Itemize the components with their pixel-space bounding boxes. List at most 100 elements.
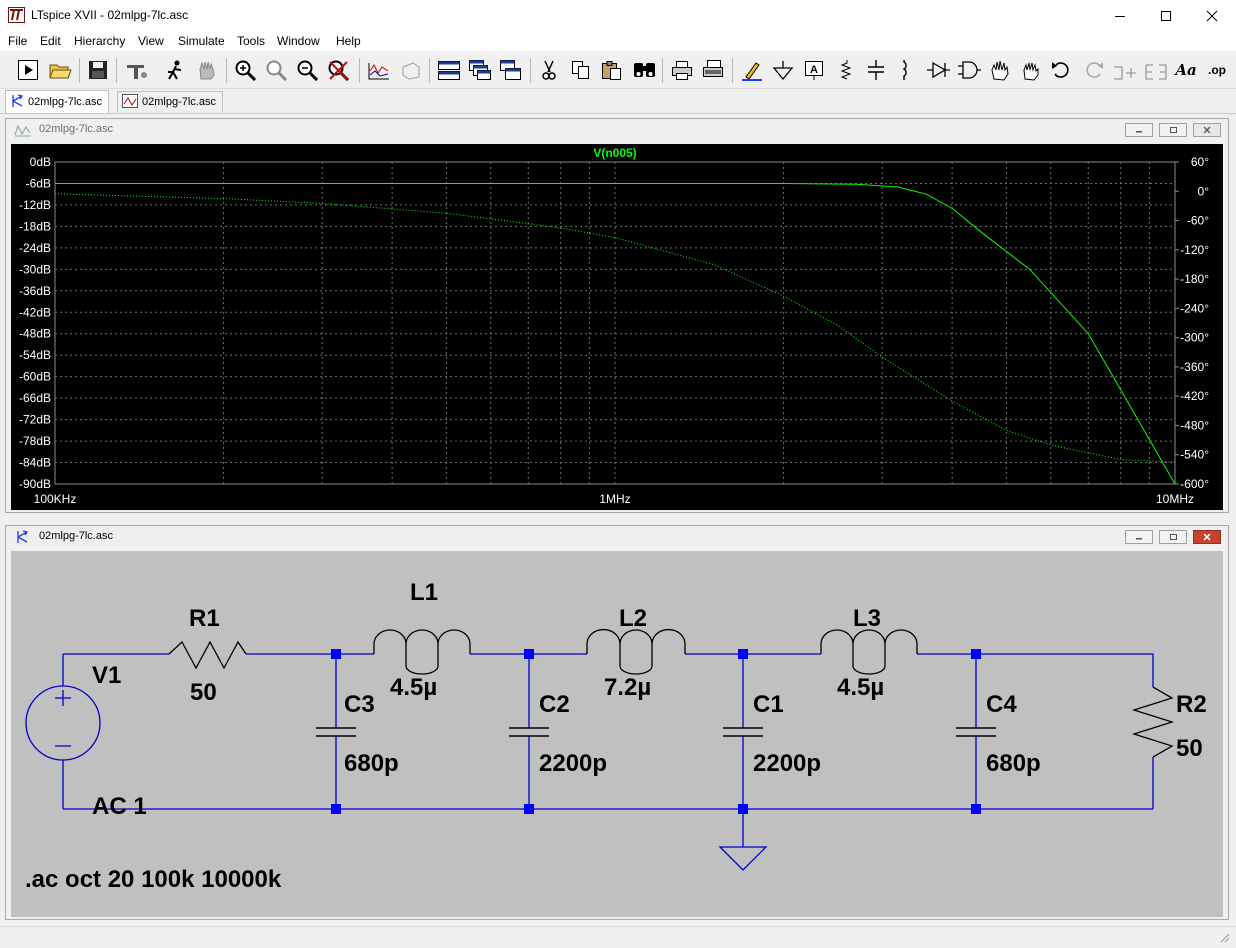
r2-value[interactable]: 50 [1176,735,1203,762]
inductor-icon[interactable] [894,58,918,82]
plot-close-button[interactable] [1193,123,1221,137]
autorange-icon[interactable] [163,58,187,82]
schematic-minimize-button[interactable] [1125,530,1153,544]
cascade-icon[interactable] [468,58,492,82]
plot-minimize-button[interactable] [1125,123,1153,137]
menu-edit[interactable]: Edit [40,34,61,48]
title-bar: LTspice XVII - 02mlpg-7lc.asc [0,0,1236,32]
menu-simulate[interactable]: Simulate [178,34,225,48]
l3-value[interactable]: 4.5µ [837,674,884,701]
l1-value[interactable]: 4.5µ [390,674,437,701]
find-icon[interactable] [632,58,656,82]
undo-icon[interactable] [1050,58,1074,82]
ground-icon[interactable] [771,58,795,82]
print-icon[interactable] [670,58,694,82]
y-tick-label-left: -24dB [19,241,51,255]
bode-plot[interactable]: 0dB -6dB -12dB -18dB -24dB -30dB -36dB -42dB -48… [11,144,1223,510]
cut-icon[interactable] [537,58,561,82]
resistor-icon[interactable] [833,58,857,82]
v1-name[interactable]: V1 [92,662,121,689]
y-tick-label-right: -360° [1180,360,1209,374]
c1-name[interactable]: C1 [753,691,784,718]
zoom-area-icon[interactable] [265,58,289,82]
v1-value[interactable]: AC 1 [92,793,147,820]
menu-help[interactable]: Help [336,34,361,48]
c2-value[interactable]: 2200p [539,750,607,777]
c3-value[interactable]: 680p [344,750,399,777]
x-tick-label: 10MHz [1156,492,1194,506]
y-tick-label-left: -60dB [19,370,51,384]
menu-file[interactable]: File [8,34,27,48]
zoom-in-icon[interactable] [234,58,258,82]
maximize-button[interactable] [1143,0,1189,32]
zoom-out-icon[interactable] [296,58,320,82]
c1-value[interactable]: 2200p [753,750,821,777]
label-icon[interactable]: A [802,58,826,82]
schematic-window-titlebar: 02mlpg-7lc.asc [6,526,1228,548]
menu-tools[interactable]: Tools [237,34,265,48]
menu-window[interactable]: Window [277,34,320,48]
y-tick-label-right: 0° [1198,184,1210,198]
c4-name[interactable]: C4 [986,691,1017,718]
y-tick-label-left: -12dB [19,198,51,212]
redo-icon[interactable] [1081,58,1105,82]
3d-view-icon[interactable] [399,58,423,82]
plot-window-title: 02mlpg-7lc.asc [39,123,113,135]
menu-bar: File Edit Hierarchy View Simulate Tools … [0,32,1236,51]
y-tick-label-left: -6dB [26,176,51,190]
trace-label[interactable]: V(n005) [593,146,636,160]
component-icon[interactable] [957,58,981,82]
c2-name[interactable]: C2 [539,691,570,718]
tab-label: 02mlpg-7lc.asc [142,96,216,108]
l2-name[interactable]: L2 [619,605,647,632]
menu-view[interactable]: View [138,34,164,48]
run-icon[interactable] [16,58,40,82]
capacitor-icon[interactable] [864,58,888,82]
tab-waveform[interactable]: 02mlpg-7lc.asc [117,91,223,112]
tile-horizontal-icon[interactable] [437,58,461,82]
menu-hierarchy[interactable]: Hierarchy [74,34,125,48]
pan-icon[interactable] [195,58,219,82]
y-tick-label-left: 0dB [30,155,51,169]
mirror-icon[interactable] [1143,58,1167,82]
copy-icon[interactable] [569,58,593,82]
plot-background [11,144,1223,510]
r1-name[interactable]: R1 [189,605,220,632]
waveform-icon[interactable] [367,58,391,82]
schematic-canvas[interactable]: V1 AC 1 R1 50 L1 4.5µ L2 7.2µ L3 4.5µ C3… [11,551,1223,917]
l1-name[interactable]: L1 [410,579,438,606]
print-setup-icon[interactable] [701,58,725,82]
c3-name[interactable]: C3 [344,691,375,718]
control-panel-icon[interactable] [124,58,148,82]
c4-value[interactable]: 680p [986,750,1041,777]
paste-icon[interactable] [600,58,624,82]
resize-grip-icon[interactable] [1220,932,1230,946]
r2-name[interactable]: R2 [1176,691,1207,718]
schematic-restore-button[interactable] [1159,530,1187,544]
tile-vertical-icon[interactable] [499,58,523,82]
zoom-cancel-icon[interactable] [327,58,351,82]
diode-icon[interactable] [926,58,950,82]
spice-directive[interactable]: .ac oct 20 100k 10000k [25,866,282,893]
y-tick-label-left: -18dB [19,219,51,233]
y-tick-label-right: -300° [1180,331,1209,345]
l3-name[interactable]: L3 [853,605,881,632]
spice-directive-icon[interactable]: .op [1205,58,1229,82]
close-button[interactable] [1189,0,1235,32]
y-tick-label-right: -240° [1180,301,1209,315]
rotate-icon[interactable] [1112,58,1136,82]
wire-icon[interactable] [740,58,764,82]
minimize-button[interactable] [1097,0,1143,32]
schematic-close-button[interactable] [1193,530,1221,544]
move-icon[interactable] [988,58,1012,82]
plot-restore-button[interactable] [1159,123,1187,137]
document-tab-bar: 02mlpg-7lc.asc 02mlpg-7lc.asc [0,89,1236,114]
r1-value[interactable]: 50 [190,679,217,706]
l2-value[interactable]: 7.2µ [604,674,651,701]
save-icon[interactable] [86,58,110,82]
text-icon[interactable]: Aa [1174,58,1198,82]
drag-icon[interactable] [1019,58,1043,82]
tab-schematic[interactable]: 02mlpg-7lc.asc [5,90,109,113]
schematic-icon [10,93,24,111]
open-icon[interactable] [48,58,72,82]
